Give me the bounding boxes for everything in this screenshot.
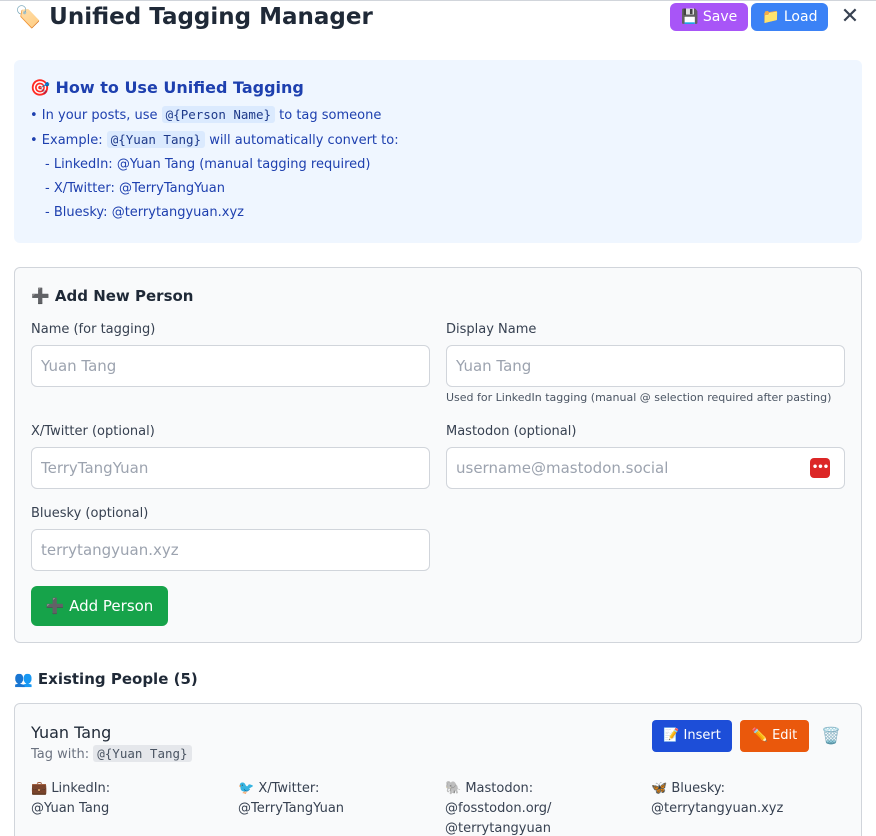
how-to-line-1: • In your posts, use @{Person Name} to t… (30, 106, 846, 132)
display-name-hint: Used for LinkedIn tagging (manual @ sele… (446, 391, 832, 404)
how-to-twitter: - X/Twitter: @TerryTangYuan (45, 181, 225, 196)
display-name-label: Display Name (446, 322, 537, 337)
page-title: 🏷️ Unified Tagging Manager (15, 2, 373, 32)
how-to-title: 🎯 How to Use Unified Tagging (30, 78, 304, 97)
tag-syntax-code: @{Person Name} (161, 106, 275, 123)
how-to-line-1-post: to tag someone (279, 108, 382, 123)
insert-button[interactable]: 📝 Insert (652, 720, 732, 752)
mastodon-handle: 🐘 Mastodon: @fosstodon.org/ @terrytangyu… (445, 779, 645, 836)
mastodon-value-line2: @terrytangyuan (445, 821, 551, 836)
person-tag-code: @{Yuan Tang} (93, 745, 192, 762)
how-to-line-2-pre: • Example: (30, 133, 103, 148)
person-card: Yuan Tang Tag with: @{Yuan Tang} 📝 Inser… (14, 703, 862, 836)
linkedin-value: @Yuan Tang (31, 801, 110, 816)
trash-icon[interactable]: 🗑️ (821, 726, 841, 745)
bluesky-handle: 🦋 Bluesky: @terrytangyuan.xyz (651, 779, 851, 819)
how-to-line-2: • Example: @{Yuan Tang} will automatical… (30, 131, 846, 157)
x-twitter-input[interactable] (31, 447, 430, 489)
header: 🏷️ Unified Tagging Manager 💾 Save 📁 Load… (15, 2, 861, 32)
example-code: @{Yuan Tang} (106, 131, 206, 148)
person-tag: Tag with: @{Yuan Tang} (31, 745, 192, 762)
linkedin-label: 💼 LinkedIn: (31, 781, 111, 796)
how-to-line-1-pre: • In your posts, use (30, 108, 158, 123)
save-button[interactable]: 💾 Save (670, 3, 749, 31)
password-manager-icon[interactable]: ••• (810, 458, 830, 478)
existing-people-title: 👥 Existing People (5) (14, 670, 198, 688)
tag-icon: 🏷️ (15, 5, 42, 29)
window-top-border (0, 0, 876, 1)
linkedin-handle: 💼 LinkedIn: @Yuan Tang (31, 779, 231, 819)
display-name-input[interactable] (446, 345, 845, 387)
name-input[interactable] (31, 345, 430, 387)
x-twitter-label: X/Twitter (optional) (31, 424, 155, 439)
how-to-bluesky: - Bluesky: @terrytangyuan.xyz (45, 205, 244, 220)
bluesky-input[interactable] (31, 529, 430, 571)
mastodon-input[interactable] (446, 447, 845, 489)
x-twitter-value: @TerryTangYuan (238, 801, 345, 816)
add-person-form: ➕ Add New Person Name (for tagging) Disp… (14, 267, 862, 643)
name-label: Name (for tagging) (31, 322, 156, 337)
add-person-title: ➕ Add New Person (31, 287, 194, 305)
mastodon-value-line1: @fosstodon.org/ (445, 801, 552, 816)
person-name: Yuan Tang (31, 723, 112, 742)
page-title-text: Unified Tagging Manager (49, 4, 373, 30)
how-to-linkedin: - LinkedIn: @Yuan Tang (manual tagging r… (45, 157, 371, 172)
close-icon[interactable]: ✕ (839, 4, 861, 30)
bluesky-handle-label: 🦋 Bluesky: (651, 781, 726, 796)
tag-with-label: Tag with: (31, 747, 90, 762)
load-button[interactable]: 📁 Load (751, 3, 829, 31)
bluesky-value: @terrytangyuan.xyz (651, 801, 784, 816)
add-person-button[interactable]: ➕ Add Person (31, 586, 168, 626)
how-to-line-2-post: will automatically convert to: (209, 133, 399, 148)
mastodon-label: Mastodon (optional) (446, 424, 577, 439)
edit-button[interactable]: ✏️ Edit (740, 720, 809, 752)
x-twitter-handle: 🐦 X/Twitter: @TerryTangYuan (238, 779, 438, 819)
how-to-panel: 🎯 How to Use Unified Tagging • In your p… (14, 60, 862, 243)
mastodon-handle-label: 🐘 Mastodon: (445, 781, 534, 796)
bluesky-label: Bluesky (optional) (31, 506, 149, 521)
x-twitter-handle-label: 🐦 X/Twitter: (238, 781, 320, 796)
